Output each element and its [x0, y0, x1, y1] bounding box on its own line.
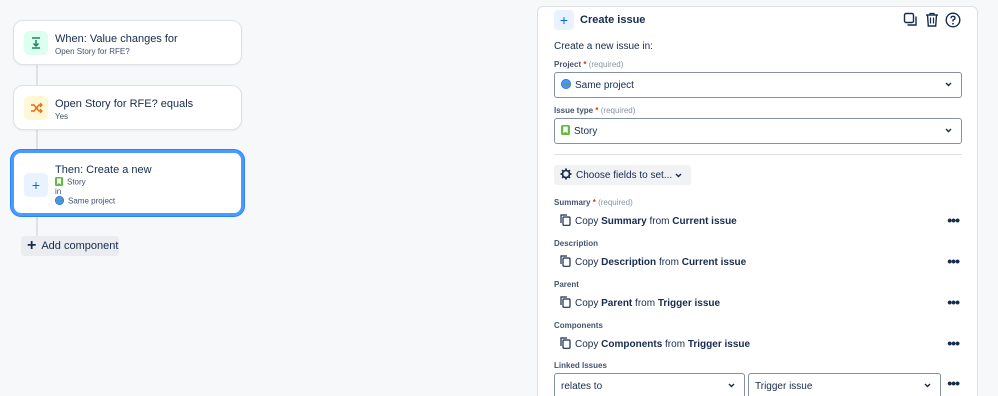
copy-icon [560, 296, 571, 311]
connector-line [36, 215, 38, 237]
project-label-text: Project [554, 60, 582, 69]
summary-label-text: Summary [554, 198, 591, 207]
copy-field: Parent [601, 298, 633, 309]
story-icon [561, 124, 570, 138]
project-globe-icon [55, 196, 64, 207]
choose-fields-label: Choose fields to set... [576, 169, 673, 181]
linked-issues-label: Linked Issues [554, 361, 607, 370]
parent-copy-row[interactable]: Copy Parent from Trigger issue [560, 296, 720, 311]
trash-icon[interactable] [923, 11, 940, 28]
copy-field: Description [601, 257, 657, 268]
gear-icon [560, 168, 572, 183]
copy-source: Current issue [672, 216, 737, 227]
condition-subtitle: Yes [55, 112, 69, 121]
copy-source: Trigger issue [687, 339, 751, 350]
from-text: from [635, 298, 656, 309]
connector-line [36, 64, 38, 86]
action-project: Same project [55, 196, 115, 207]
copy-field: Components [601, 339, 663, 350]
copy-text: Copy [575, 339, 599, 350]
link-type-select[interactable]: relates to [554, 373, 745, 396]
action-title: Then: Create a new [55, 164, 152, 176]
summary-required-text: (required) [598, 198, 633, 207]
project-label: Project * (required) [554, 60, 624, 69]
duplicate-icon[interactable] [902, 11, 919, 28]
trigger-icon [24, 31, 48, 55]
panel-title: Create issue [580, 14, 646, 26]
plus-icon: + [24, 173, 48, 197]
components-label: Components [554, 321, 603, 330]
more-options-icon[interactable]: ••• [947, 294, 960, 310]
linked-issue-value: Trigger issue [755, 380, 813, 392]
help-icon[interactable] [944, 11, 961, 28]
components-copy-row[interactable]: Copy Components from Trigger issue [560, 337, 750, 352]
copy-icon [560, 255, 571, 270]
issue-type-label-text: Issue type [554, 106, 594, 115]
chevron-down-icon [944, 126, 953, 138]
issue-type-select[interactable]: Story [554, 118, 962, 144]
chevron-down-icon [674, 171, 683, 183]
condition-card[interactable]: Open Story for RFE? equals Yes [13, 85, 242, 130]
trigger-title: When: Value changes for [55, 33, 178, 45]
summary-copy-row[interactable]: Copy Summary from Current issue [560, 214, 737, 229]
action-in-label: in [55, 187, 62, 196]
from-text: from [658, 257, 679, 268]
shuffle-icon [24, 96, 48, 120]
chevron-down-icon [944, 80, 953, 92]
more-options-icon[interactable]: ••• [947, 335, 960, 351]
connector-line [36, 129, 38, 151]
panel-actions [902, 11, 961, 28]
description-copy-row[interactable]: Copy Description from Current issue [560, 255, 746, 270]
issue-type-select-value: Story [574, 125, 598, 137]
plus-icon: + [27, 237, 37, 254]
description-label: Description [554, 239, 599, 248]
action-card[interactable]: + Then: Create a new Story in Same proje… [11, 150, 244, 216]
project-select-value: Same project [575, 79, 634, 91]
choose-fields-button[interactable]: Choose fields to set... [554, 165, 691, 185]
condition-title: Open Story for RFE? equals [55, 98, 194, 110]
chevron-down-icon [923, 381, 932, 393]
action-issue-type-label: Story [67, 177, 86, 187]
more-options-icon[interactable]: ••• [947, 212, 960, 228]
trigger-card[interactable]: When: Value changes for Open Story for R… [13, 20, 242, 65]
trigger-subtitle: Open Story for RFE? [55, 47, 130, 56]
copy-source: Current issue [681, 257, 747, 268]
link-type-value: relates to [561, 380, 603, 392]
copy-text: Copy [575, 257, 599, 268]
copy-text: Copy [575, 298, 599, 309]
copy-icon [560, 337, 571, 352]
summary-label: Summary * (required) [554, 198, 633, 207]
more-options-icon[interactable]: ••• [947, 375, 960, 391]
linked-issue-select[interactable]: Trigger issue [748, 373, 941, 396]
rule-canvas: When: Value changes for Open Story for R… [0, 0, 520, 396]
chevron-down-icon [727, 381, 736, 393]
issue-type-label: Issue type * (required) [554, 106, 636, 115]
copy-text: Copy [575, 216, 599, 227]
action-project-label: Same project [68, 196, 116, 206]
copy-source: Trigger issue [657, 298, 721, 309]
from-text: from [649, 216, 670, 227]
section-divider [554, 154, 962, 155]
copy-field: Summary [601, 216, 647, 227]
plus-icon: + [554, 10, 574, 30]
create-issue-panel: + Create issue Create a new issue in: Pr… [537, 6, 978, 396]
add-component-button[interactable]: + Add component [21, 236, 119, 256]
project-select[interactable]: Same project [554, 72, 962, 98]
project-required-text: (required) [588, 60, 624, 69]
panel-intro: Create a new issue in: [554, 41, 653, 52]
project-globe-icon [561, 78, 571, 92]
add-component-label: Add component [41, 240, 119, 252]
parent-label: Parent [554, 280, 579, 289]
copy-icon [560, 214, 571, 229]
issue-type-required-text: (required) [600, 106, 636, 115]
from-text: from [665, 339, 686, 350]
more-options-icon[interactable]: ••• [947, 253, 960, 269]
